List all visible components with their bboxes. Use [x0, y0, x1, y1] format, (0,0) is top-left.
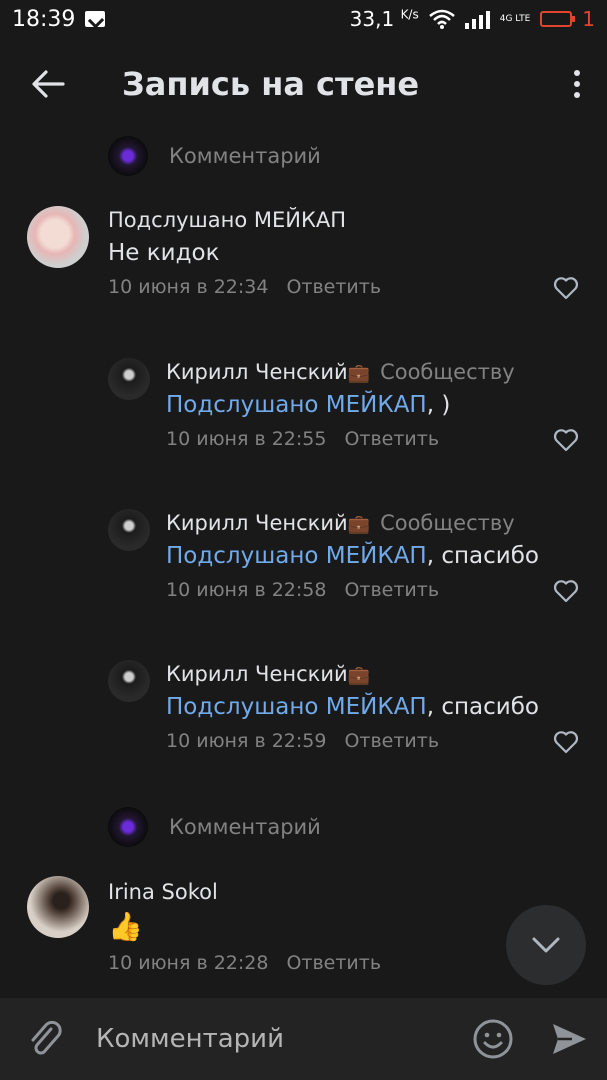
heart-icon[interactable]	[553, 730, 579, 754]
reply-button[interactable]: Ответить	[286, 952, 381, 974]
app-header: Запись на стене	[0, 38, 607, 130]
attach-button[interactable]	[0, 1019, 90, 1059]
net-speed-value: 33,1	[349, 7, 395, 31]
paperclip-icon	[31, 1020, 62, 1055]
avatar[interactable]	[108, 660, 150, 702]
reply-button[interactable]: Ответить	[344, 579, 439, 601]
comment-meta: 10 июня в 22:58 Ответить	[166, 579, 439, 601]
page-title: Запись на стене	[122, 65, 420, 103]
comment-author-line: Кирилл Ченский💼	[166, 662, 370, 686]
mention-link[interactable]: Подслушано МЕЙКАП	[166, 392, 427, 418]
comment-text-body: , )	[426, 392, 451, 418]
reply-button[interactable]: Ответить	[286, 276, 381, 298]
comment: Кирилл Ченский💼 Подслушано МЕЙКАП, спаси…	[0, 660, 607, 760]
comment-text: Не кидок	[108, 240, 220, 266]
comment-meta: 10 июня в 22:59 Ответить	[166, 730, 439, 752]
reply-button[interactable]: Ответить	[344, 428, 439, 450]
comment-text: Подслушано МЕЙКАП, спасибо	[166, 694, 539, 720]
comment: Подслушано МЕЙКАП Не кидок 10 июня в 22:…	[0, 206, 607, 316]
notification-icon	[85, 11, 106, 27]
status-right: 33,1 K/s 4G LTE 1	[350, 7, 595, 31]
comment-author[interactable]: Irina Sokol	[108, 880, 218, 904]
signal-icon	[464, 9, 490, 29]
avatar[interactable]	[108, 358, 150, 400]
reply-button[interactable]: Ответить	[344, 730, 439, 752]
comment-date: 10 июня в 22:34	[108, 276, 269, 298]
battery-icon	[540, 11, 576, 27]
mention-link[interactable]: Подслушано МЕЙКАП	[166, 694, 427, 720]
comment-meta: 10 июня в 22:28 Ответить	[108, 952, 381, 974]
heart-icon[interactable]	[553, 428, 579, 452]
arrow-left-icon	[32, 70, 65, 98]
comment-meta: 10 июня в 22:34 Ответить	[108, 276, 381, 298]
avatar	[108, 136, 148, 176]
mention-link[interactable]: Подслушано МЕЙКАП	[166, 543, 427, 569]
back-button[interactable]	[0, 38, 96, 130]
comment-meta: 10 июня в 22:55 Ответить	[166, 428, 439, 450]
comments-feed[interactable]: Комментарий Подслушано МЕЙКАП Не кидок 1…	[0, 130, 607, 998]
comment-author-line: Кирилл Ченский💼 Сообществу	[166, 360, 515, 384]
comment-author[interactable]: Подслушано МЕЙКАП	[108, 208, 346, 232]
comment-author[interactable]: Кирилл Ченский	[166, 662, 348, 686]
comment-text-body: , спасибо	[426, 694, 539, 720]
briefcase-icon: 💼	[347, 514, 371, 535]
avatar[interactable]	[27, 876, 89, 938]
comment: Кирилл Ченский💼 Сообществу Подслушано МЕЙ…	[0, 509, 607, 609]
comment-text-body: , спасибо	[426, 543, 539, 569]
status-bar: 18:39 33,1 K/s 4G LTE 1	[0, 0, 607, 38]
net-speed: 33,1 K/s	[350, 7, 419, 31]
wifi-icon	[428, 9, 455, 29]
comment-recipient: Сообществу	[380, 511, 515, 535]
lte-icon: 4G LTE	[499, 13, 531, 24]
battery-level: 1	[582, 7, 595, 31]
status-time: 18:39	[12, 6, 76, 32]
comment-author[interactable]: Кирилл Ченский	[166, 360, 348, 384]
briefcase-icon: 💼	[347, 665, 371, 686]
comment-author[interactable]: Кирилл Ченский	[166, 511, 348, 535]
more-vertical-icon	[574, 70, 580, 76]
comment-date: 10 июня в 22:59	[166, 730, 327, 752]
send-icon	[553, 1024, 586, 1054]
emoji-icon	[473, 1019, 513, 1059]
more-menu-button[interactable]	[547, 38, 607, 130]
chevron-down-icon	[532, 937, 560, 953]
status-left: 18:39	[12, 6, 106, 32]
avatar	[108, 807, 148, 847]
avatar[interactable]	[108, 509, 150, 551]
comment-text: 👍	[108, 910, 143, 943]
comment-date: 10 июня в 22:28	[108, 952, 269, 974]
comment-text: Подслушано МЕЙКАП, спасибо	[166, 543, 539, 569]
comment-composer	[0, 998, 607, 1080]
emoji-button[interactable]	[455, 1018, 531, 1060]
comment-recipient: Сообществу	[380, 360, 515, 384]
reply-prompt[interactable]: Комментарий	[108, 807, 321, 847]
comment-date: 10 июня в 22:58	[166, 579, 327, 601]
avatar[interactable]	[27, 206, 89, 268]
comment-text: Подслушано МЕЙКАП, )	[166, 392, 450, 418]
reply-prompt-label: Комментарий	[169, 144, 321, 168]
comment-author-line: Кирилл Ченский💼 Сообществу	[166, 511, 515, 535]
scroll-down-button[interactable]	[506, 905, 586, 985]
heart-icon[interactable]	[553, 579, 579, 603]
comment-input[interactable]	[90, 1024, 455, 1054]
reply-prompt-label: Комментарий	[169, 815, 321, 839]
net-speed-unit: K/s	[400, 7, 419, 22]
briefcase-icon: 💼	[347, 363, 371, 384]
send-button[interactable]	[531, 1021, 607, 1057]
comment-date: 10 июня в 22:55	[166, 428, 327, 450]
comment: Кирилл Ченский💼 Сообществу Подслушано МЕЙ…	[0, 358, 607, 458]
heart-icon[interactable]	[553, 276, 579, 300]
reply-prompt[interactable]: Комментарий	[108, 136, 321, 176]
